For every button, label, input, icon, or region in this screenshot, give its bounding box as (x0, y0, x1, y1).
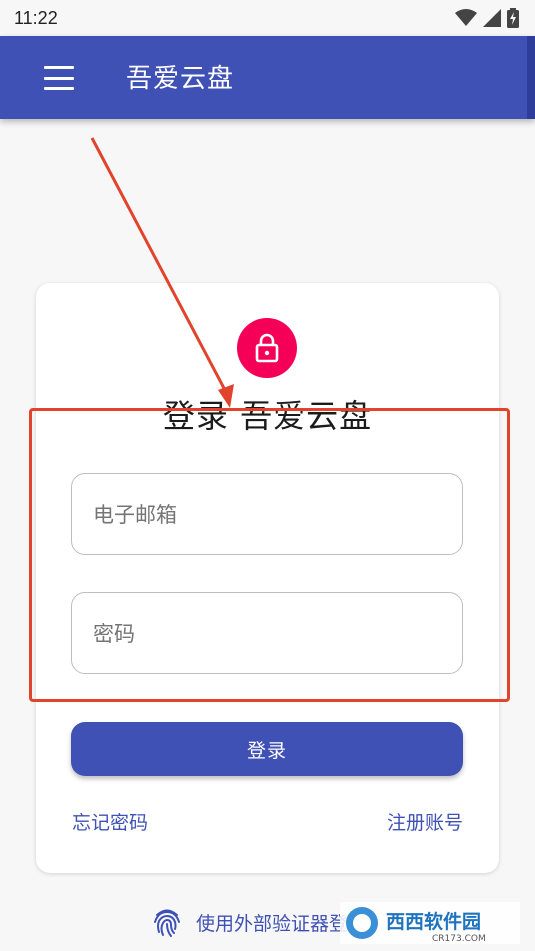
signal-icon (483, 9, 501, 27)
login-card: 登录 吾爱云盘 电子邮箱 密码 登录 忘记密码 注册账号 (36, 283, 499, 873)
forgot-password-link[interactable]: 忘记密码 (72, 808, 148, 835)
status-bar: 11:22 (0, 0, 535, 36)
lock-icon (237, 318, 297, 378)
fingerprint-icon (154, 909, 180, 937)
watermark-logo: 西西软件园 CR173.COM (340, 902, 520, 944)
watermark-subtext: CR173.COM (432, 934, 486, 944)
password-field[interactable]: 密码 (71, 592, 463, 674)
scrollbar (527, 36, 535, 119)
status-icons (455, 8, 519, 28)
wifi-icon (455, 9, 477, 26)
password-placeholder: 密码 (93, 622, 135, 646)
login-button[interactable]: 登录 (71, 722, 463, 776)
app-bar: 吾爱云盘 (0, 36, 535, 119)
external-auth-button[interactable]: 使用外部验证器登录 (152, 905, 367, 939)
email-placeholder: 电子邮箱 (93, 503, 177, 527)
menu-icon[interactable] (44, 66, 74, 90)
app-title: 吾爱云盘 (126, 64, 235, 94)
register-link[interactable]: 注册账号 (387, 808, 463, 835)
battery-icon (507, 8, 519, 28)
watermark-text: 西西软件园 (386, 910, 481, 933)
email-field[interactable]: 电子邮箱 (71, 473, 463, 555)
status-time: 11:22 (14, 7, 58, 28)
login-title: 登录 吾爱云盘 (162, 397, 373, 435)
